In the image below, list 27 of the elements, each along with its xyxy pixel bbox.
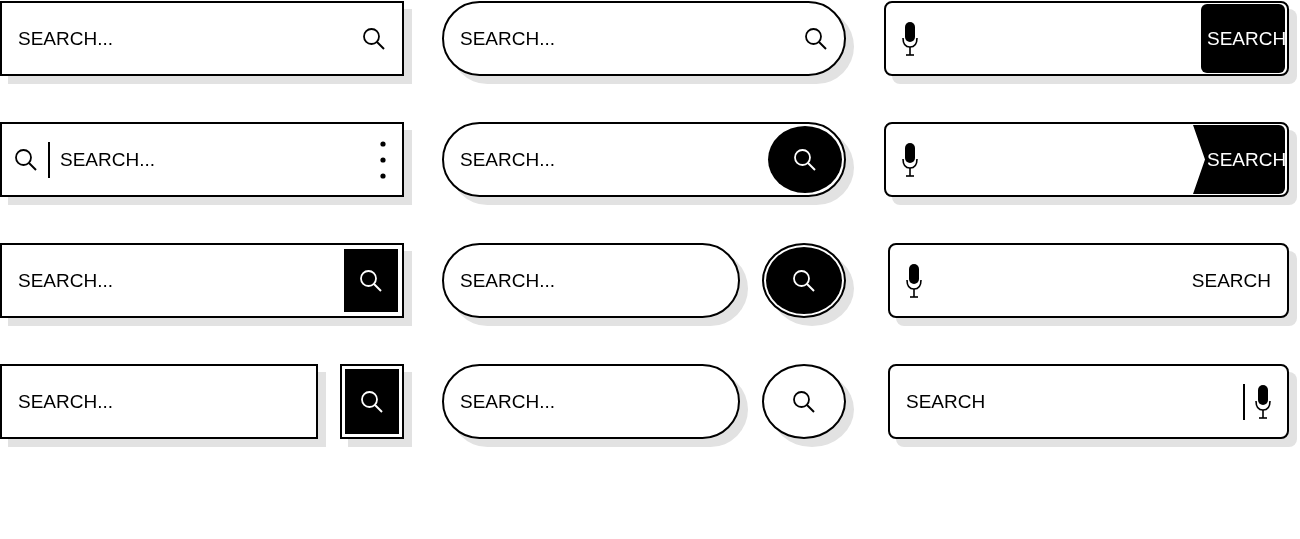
- search-icon: [804, 26, 828, 51]
- search-field[interactable]: SEARCH...: [460, 148, 758, 171]
- search-button[interactable]: [344, 249, 398, 312]
- microphone-icon[interactable]: [902, 141, 918, 178]
- search-field[interactable]: SEARCH...: [18, 27, 352, 50]
- search-button[interactable]: SEARCH: [1193, 125, 1285, 194]
- search-icon: [14, 147, 38, 172]
- more-icon[interactable]: [380, 140, 386, 179]
- search-field[interactable]: SEARCH: [906, 390, 1233, 413]
- search-button[interactable]: [768, 126, 842, 193]
- search-icon: [793, 147, 817, 172]
- microphone-icon[interactable]: [902, 20, 918, 57]
- search-field[interactable]: SEARCH...: [442, 243, 740, 318]
- search-button[interactable]: SEARCH: [1191, 269, 1271, 292]
- search-field[interactable]: SEARCH...: [442, 364, 740, 439]
- search-icon: [792, 268, 816, 293]
- search-icon: [359, 268, 383, 293]
- search-icon: [362, 26, 386, 51]
- search-button[interactable]: SEARCH: [1201, 4, 1285, 73]
- microphone-icon[interactable]: [906, 262, 922, 299]
- search-field[interactable]: SEARCH...: [60, 148, 370, 171]
- search-field[interactable]: SEARCH...: [18, 269, 334, 292]
- search-field[interactable]: SEARCH...: [0, 364, 318, 439]
- microphone-icon[interactable]: [1255, 383, 1271, 420]
- search-icon: [792, 389, 816, 414]
- search-icon: [360, 389, 384, 414]
- search-field[interactable]: SEARCH...: [460, 27, 794, 50]
